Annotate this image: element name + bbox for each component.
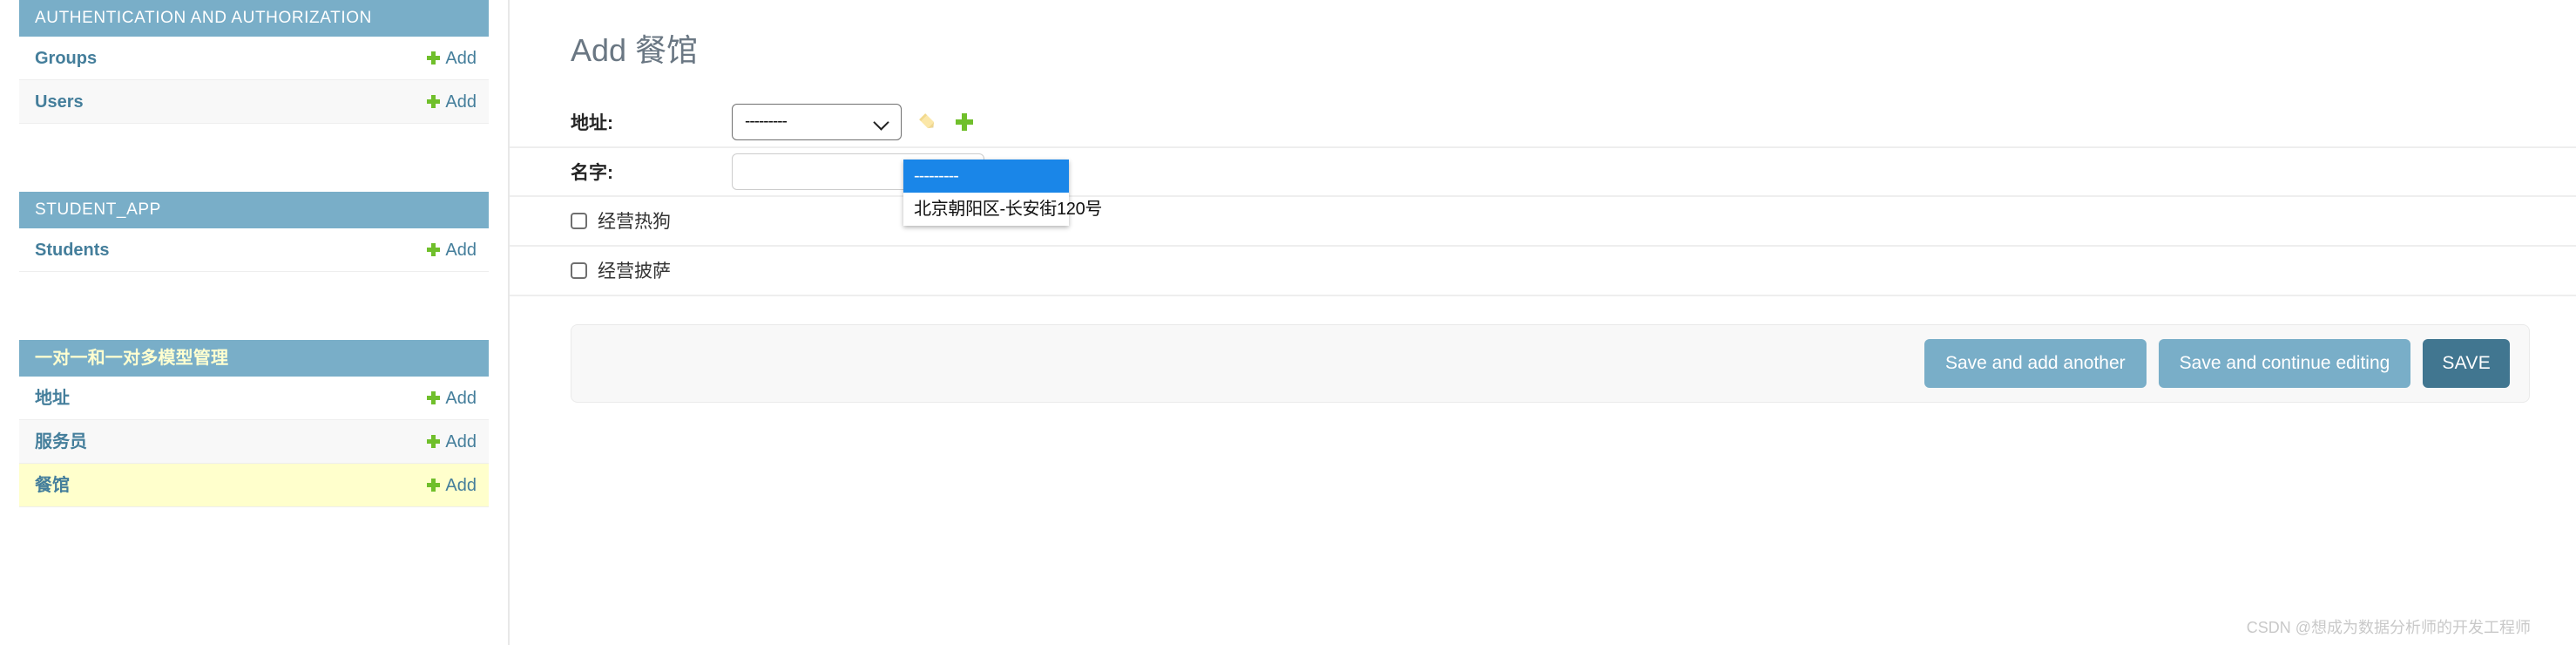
watermark: CSDN @想成为数据分析师的开发工程师 xyxy=(2246,619,2531,636)
sidebar-item-students[interactable]: Students Add xyxy=(19,228,489,272)
add-link-groups-label[interactable]: Add xyxy=(445,50,477,67)
main-content: Add 餐馆 地址: --------- 名字: 经营热狗 经营披萨 Save … xyxy=(510,0,2576,645)
module-bottom-spacer xyxy=(19,272,489,310)
add-link-students-label[interactable]: Add xyxy=(445,241,477,259)
address-option-blank[interactable]: --------- xyxy=(903,160,1069,193)
sidebar-item-groups[interactable]: Groups Add xyxy=(19,37,489,80)
add-link-fuwuyuan[interactable]: Add xyxy=(427,433,477,451)
module-bottom-spacer xyxy=(19,507,489,546)
form-row-address: 地址: --------- xyxy=(510,98,2576,148)
chevron-down-icon xyxy=(875,115,889,129)
add-link-dizhi-label[interactable]: Add xyxy=(445,390,477,407)
module-caption-onetoone: 一对一和一对多模型管理 xyxy=(19,340,489,377)
page-title: Add 餐馆 xyxy=(571,32,699,68)
sidebar-link-groups[interactable]: Groups xyxy=(35,50,97,67)
module-caption-auth: AUTHENTICATION AND AUTHORIZATION xyxy=(19,0,489,37)
add-link-dizhi[interactable]: Add xyxy=(427,390,477,407)
add-link-canguan-label[interactable]: Add xyxy=(445,477,477,494)
sidebar-link-canguan[interactable]: 餐馆 xyxy=(35,477,70,494)
add-link-students[interactable]: Add xyxy=(427,241,477,259)
sidebar-item-dizhi[interactable]: 地址 Add xyxy=(19,377,489,420)
sidebar-item-fuwuyuan[interactable]: 服务员 Add xyxy=(19,420,489,464)
hotdog-checkbox[interactable] xyxy=(571,212,587,229)
sidebar-link-fuwuyuan[interactable]: 服务员 xyxy=(35,433,87,451)
add-link-users-label[interactable]: Add xyxy=(445,93,477,111)
field-address: --------- xyxy=(732,103,975,140)
form-row-pizza: 经营披萨 xyxy=(510,247,2576,296)
add-related-button[interactable] xyxy=(954,112,975,132)
sidebar-item-canguan[interactable]: 餐馆 Add xyxy=(19,464,489,507)
address-select[interactable]: --------- xyxy=(732,103,902,140)
sidebar-link-dizhi[interactable]: 地址 xyxy=(35,390,70,407)
plus-icon xyxy=(427,243,441,256)
pizza-checkbox[interactable] xyxy=(571,261,587,279)
form-row-hotdog: 经营热狗 xyxy=(510,197,2576,247)
sidebar-link-students[interactable]: Students xyxy=(35,241,110,259)
address-option-beijing[interactable]: 北京朝阳区-长安街120号 xyxy=(903,193,1102,226)
app-module-onetoone: 一对一和一对多模型管理 地址 Add 服务员 Add 餐馆 Add xyxy=(19,340,489,546)
sidebar-item-users[interactable]: Users Add xyxy=(19,80,489,124)
plus-icon xyxy=(956,112,973,131)
change-form: 地址: --------- 名字: 经营热狗 经营披萨 Save and add… xyxy=(510,98,2576,403)
change-related-button[interactable] xyxy=(917,112,938,132)
save-and-add-another-button[interactable]: Save and add another xyxy=(1924,338,2147,388)
add-link-users[interactable]: Add xyxy=(427,93,477,111)
app-module-student: STUDENT_APP Students Add xyxy=(19,192,489,310)
plus-icon xyxy=(427,391,441,404)
save-and-continue-button[interactable]: Save and continue editing xyxy=(2158,338,2411,388)
plus-icon xyxy=(427,479,441,492)
module-caption-student: STUDENT_APP xyxy=(19,192,489,228)
pizza-label: 经营披萨 xyxy=(598,261,671,282)
address-select-dropdown[interactable]: --------- 北京朝阳区-长安街120号 xyxy=(903,160,1102,226)
sidebar: AUTHENTICATION AND AUTHORIZATION Groups … xyxy=(0,0,510,645)
sidebar-link-users[interactable]: Users xyxy=(35,93,84,111)
hotdog-label: 经营热狗 xyxy=(598,212,671,233)
plus-icon xyxy=(427,435,441,448)
add-link-groups[interactable]: Add xyxy=(427,50,477,67)
app-module-auth: AUTHENTICATION AND AUTHORIZATION Groups … xyxy=(19,0,489,162)
admin-page: AUTHENTICATION AND AUTHORIZATION Groups … xyxy=(0,0,2576,645)
add-link-fuwuyuan-label[interactable]: Add xyxy=(445,433,477,451)
form-row-name: 名字: xyxy=(510,148,2576,197)
address-select-value: --------- xyxy=(745,112,788,131)
plus-icon xyxy=(427,95,441,108)
module-bottom-spacer xyxy=(19,124,489,162)
submit-row: Save and add another Save and continue e… xyxy=(571,323,2530,403)
label-address: 地址: xyxy=(571,112,613,133)
add-link-canguan[interactable]: Add xyxy=(427,477,477,494)
plus-icon xyxy=(427,51,441,64)
pencil-icon xyxy=(918,112,937,132)
save-button[interactable]: SAVE xyxy=(2423,338,2510,388)
label-name: 名字: xyxy=(571,162,613,183)
